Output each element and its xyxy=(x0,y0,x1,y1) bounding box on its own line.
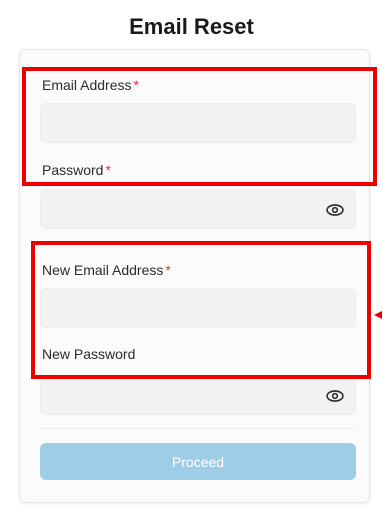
new-password-input[interactable] xyxy=(40,375,356,415)
password-input[interactable] xyxy=(40,189,356,229)
page-title: Email Reset xyxy=(129,14,254,39)
eye-icon[interactable] xyxy=(325,386,345,406)
eye-icon[interactable] xyxy=(325,200,345,220)
highlight-box-current-credentials xyxy=(22,67,377,186)
arrow-pointer xyxy=(374,311,382,319)
highlight-box-new-credentials xyxy=(31,241,371,379)
divider xyxy=(40,428,356,429)
proceed-button[interactable]: Proceed xyxy=(40,443,356,480)
